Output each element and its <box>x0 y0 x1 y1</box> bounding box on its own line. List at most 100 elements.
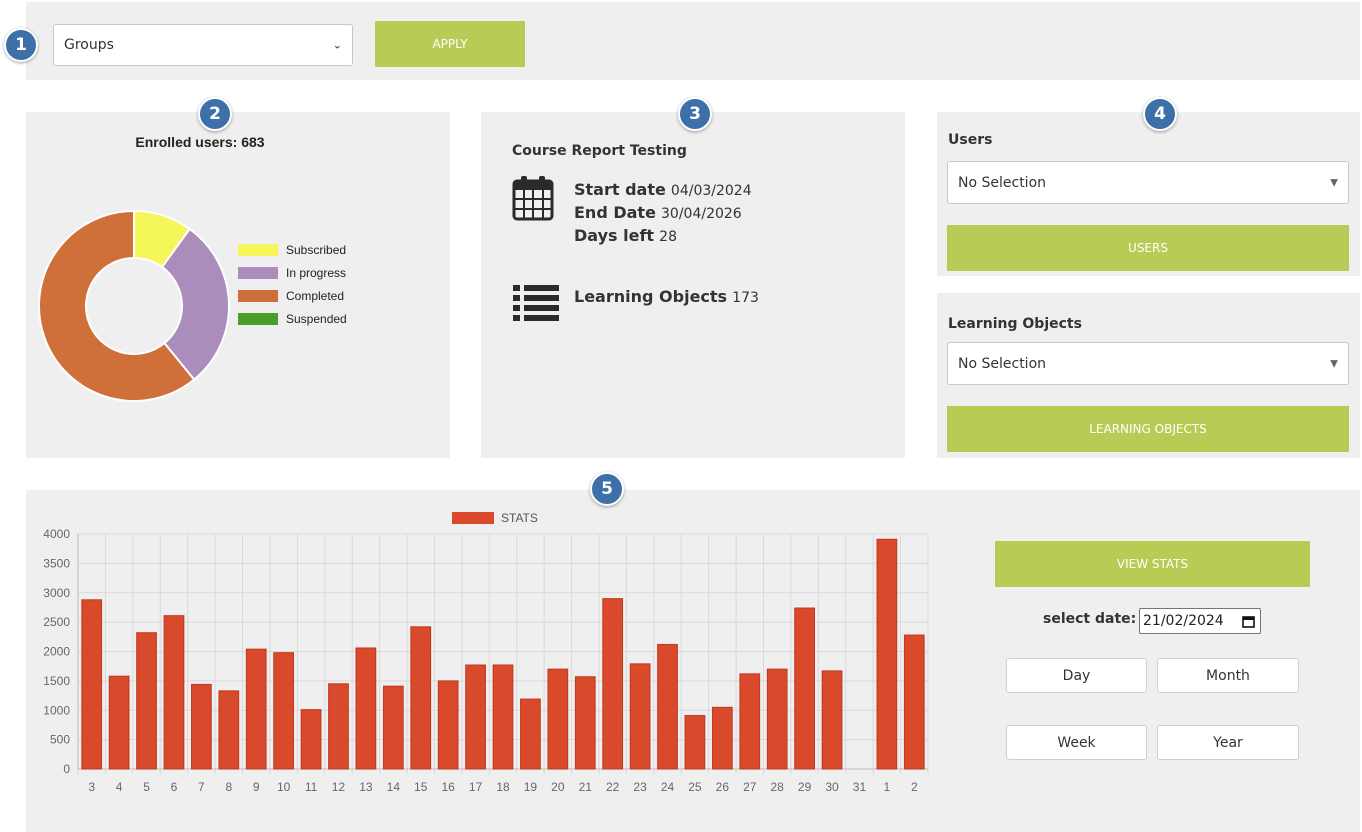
y-tick-label: 3000 <box>43 586 70 600</box>
x-tick-label: 9 <box>253 780 260 794</box>
x-tick-label: 14 <box>387 780 401 794</box>
chart-bar <box>108 675 130 770</box>
groups-select[interactable]: Groups ⌄ <box>53 24 353 66</box>
chart-bar <box>574 676 596 770</box>
list-icon <box>513 285 559 321</box>
x-tick-label: 26 <box>716 780 730 794</box>
y-tick-label: 2000 <box>43 645 70 659</box>
year-button[interactable]: Year <box>1157 725 1299 760</box>
y-tick-label: 4000 <box>43 527 70 541</box>
x-tick-label: 4 <box>116 780 123 794</box>
date-input[interactable]: 21/02/2024 <box>1139 608 1261 634</box>
x-tick-label: 11 <box>305 780 318 794</box>
view-stats-button[interactable]: VIEW STATS <box>995 541 1310 587</box>
chart-bar <box>245 648 267 770</box>
x-tick-label: 31 <box>853 780 867 794</box>
learning-objects-value: 173 <box>732 290 759 306</box>
legend-label: In progress <box>286 266 347 280</box>
end-date-label: End Date <box>574 203 656 222</box>
course-title: Course Report Testing <box>512 143 687 159</box>
x-tick-label: 29 <box>798 780 812 794</box>
start-date-value: 04/03/2024 <box>670 183 752 199</box>
legend-item-completed: Completed <box>238 289 344 303</box>
x-tick-label: 17 <box>469 780 483 794</box>
y-tick-label: 2500 <box>43 615 70 629</box>
chart-bar <box>684 715 706 770</box>
x-tick-label: 22 <box>606 780 620 794</box>
chart-bar <box>547 668 569 770</box>
x-tick-label: 1 <box>884 780 891 794</box>
x-tick-label: 25 <box>688 780 702 794</box>
week-button[interactable]: Week <box>1006 725 1147 760</box>
y-tick-label: 3500 <box>43 556 70 570</box>
caret-down-icon: ▼ <box>1330 358 1338 369</box>
chart-bar <box>711 706 733 770</box>
caret-down-icon: ▼ <box>1330 177 1338 188</box>
x-tick-label: 24 <box>661 780 675 794</box>
chart-bar <box>355 647 377 770</box>
calendar-icon <box>512 176 554 221</box>
chart-bar <box>382 685 404 770</box>
days-left-value: 28 <box>659 229 677 245</box>
learning-objects-select[interactable]: No Selection ▼ <box>947 342 1349 385</box>
x-tick-label: 19 <box>524 780 538 794</box>
calendar-icon <box>1242 616 1255 628</box>
chart-bar <box>410 626 432 770</box>
chart-bar <box>657 643 678 770</box>
legend-label: Completed <box>286 289 345 303</box>
days-left-row: Days left 28 <box>574 226 677 245</box>
chart-bar <box>602 598 624 770</box>
chart-bar <box>465 664 486 770</box>
month-button[interactable]: Month <box>1157 658 1299 693</box>
y-tick-label: 1000 <box>43 703 70 717</box>
users-button[interactable]: USERS <box>947 225 1349 271</box>
select-date-label: select date: <box>1043 611 1137 627</box>
x-tick-label: 8 <box>225 780 232 794</box>
chart-bar <box>218 690 240 770</box>
enrolled-users-title: Enrolled users: 683 <box>135 134 265 150</box>
chart-bar <box>739 673 761 770</box>
chart-bar <box>876 538 898 770</box>
groups-select-value: Groups <box>64 37 114 53</box>
step-badge-5: 5 <box>590 472 624 506</box>
chart-bar <box>81 599 103 770</box>
legend-label: Suspended <box>286 312 347 326</box>
chart-bar <box>520 698 541 770</box>
x-tick-label: 10 <box>277 780 291 794</box>
x-tick-label: 28 <box>771 780 785 794</box>
users-select-value: No Selection <box>958 174 1047 191</box>
learning-objects-label: Learning Objects <box>574 287 728 306</box>
chart-bar <box>437 680 459 770</box>
day-button[interactable]: Day <box>1006 658 1147 693</box>
step-badge-3: 3 <box>678 97 712 131</box>
chart-bar <box>300 709 322 770</box>
x-tick-label: 15 <box>414 780 428 794</box>
x-tick-label: 2 <box>911 780 918 794</box>
y-tick-label: 0 <box>63 762 70 776</box>
start-date-label: Start date <box>574 180 666 199</box>
legend-item-in-progress: In progress <box>238 266 346 280</box>
chart-bar <box>273 652 295 770</box>
chart-bar <box>766 668 788 770</box>
x-tick-label: 27 <box>743 780 757 794</box>
chart-bar <box>328 683 349 770</box>
days-left-label: Days left <box>574 226 655 245</box>
x-tick-label: 13 <box>359 780 373 794</box>
legend-swatch <box>238 290 278 302</box>
legend-swatch <box>238 244 278 256</box>
legend-item-subscribed: Subscribed <box>238 243 346 257</box>
x-tick-label: 16 <box>441 780 455 794</box>
end-date-value: 30/04/2026 <box>661 206 742 222</box>
x-tick-label: 20 <box>551 780 565 794</box>
x-tick-label: 30 <box>825 780 839 794</box>
legend-item-suspended: Suspended <box>238 312 347 326</box>
y-tick-label: 500 <box>50 733 70 747</box>
x-tick-label: 5 <box>143 780 150 794</box>
users-select[interactable]: No Selection ▼ <box>947 161 1349 204</box>
learning-objects-button[interactable]: LEARNING OBJECTS <box>947 406 1349 452</box>
x-tick-label: 21 <box>579 780 593 794</box>
end-date-row: End Date 30/04/2026 <box>574 203 742 222</box>
apply-button[interactable]: APPLY <box>375 21 525 67</box>
x-tick-label: 18 <box>496 780 510 794</box>
stats-bar-chart: 0 500 1000 1500 2000 2500 3000 3500 4000 3 4 5 6 7 8 9 1… <box>43 511 929 794</box>
